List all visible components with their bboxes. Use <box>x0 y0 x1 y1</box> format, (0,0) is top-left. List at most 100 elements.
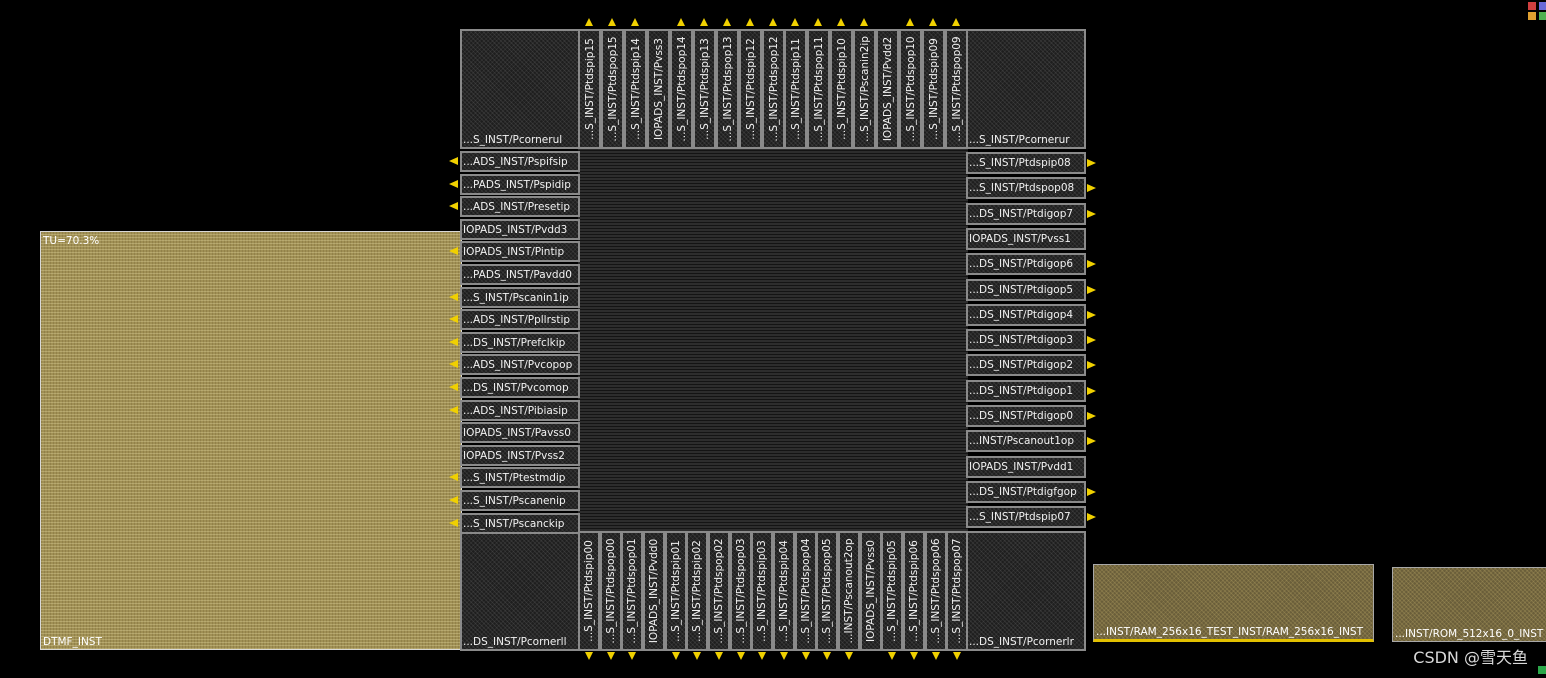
rom-macro[interactable]: ...INST/ROM_512x16_0_INST <box>1392 567 1546 642</box>
left-io-pad[interactable]: IOPADS_INST/Pavss0 <box>460 422 580 443</box>
left-io-pad[interactable]: ...S_INST/Pscanenip <box>460 490 580 511</box>
top-io-pad[interactable]: IOPADS_INST/Pvss3 <box>647 29 670 149</box>
io-pin-marker <box>1087 488 1096 496</box>
top-io-pad[interactable]: ...S_INST/Ptdspip14 <box>624 29 647 149</box>
io-pad-label: ...S_INST/Pscanin1ip <box>463 291 569 304</box>
io-pad-label: ...DS_INST/Ptdigop0 <box>969 410 1074 422</box>
bottom-io-pad[interactable]: ...S_INST/Ptdspip01 <box>665 531 687 651</box>
top-io-pad[interactable]: ...S_INST/Pscanin2ip <box>853 29 876 149</box>
left-io-pad[interactable]: ...ADS_INST/Pibiasip <box>460 400 580 421</box>
left-io-pad[interactable]: IOPADS_INST/Pintip <box>460 241 580 262</box>
top-io-pad[interactable]: ...S_INST/Ptdspop11 <box>807 29 830 149</box>
top-io-pad[interactable]: ...S_INST/Ptdspop10 <box>899 29 922 149</box>
bottom-io-pad[interactable]: ...S_INST/Ptdspop07 <box>946 531 968 651</box>
left-io-pad[interactable]: ...S_INST/Pscanin1ip <box>460 287 580 308</box>
bottom-io-pad[interactable]: ...S_INST/Ptdspip00 <box>578 531 600 651</box>
right-io-pad[interactable]: IOPADS_INST/Pvdd1 <box>966 456 1086 478</box>
watermark: CSDN @雪天鱼 <box>1413 648 1528 667</box>
bottom-io-pad[interactable]: ...S_INST/Ptdspop01 <box>621 531 643 651</box>
ram-macro[interactable]: ...INST/RAM_256x16_TEST_INST/RAM_256x16_… <box>1093 564 1374 642</box>
io-pin-marker <box>1087 184 1096 192</box>
io-pin-marker <box>700 18 708 26</box>
top-io-pad[interactable]: ...S_INST/Ptdspip12 <box>739 29 762 149</box>
top-io-pad[interactable]: ...S_INST/Ptdspop12 <box>762 29 785 149</box>
top-io-pad[interactable]: ...S_INST/Ptdspip10 <box>830 29 853 149</box>
corner-pad-ll[interactable]: ...DS_INST/Pcornerll <box>460 531 580 651</box>
top-io-pad[interactable]: ...S_INST/Ptdspip11 <box>784 29 807 149</box>
io-pin-marker <box>1087 513 1096 521</box>
corner-pad-label: ...S_INST/Pcornerul <box>463 134 563 146</box>
bottom-io-pad[interactable]: ...S_INST/Ptdspop00 <box>600 531 622 651</box>
left-io-pad[interactable]: ...ADS_INST/Pspifsip <box>460 151 580 172</box>
corner-pad-ul[interactable]: ...S_INST/Pcornerul <box>460 29 580 149</box>
right-io-pad[interactable]: ...DS_INST/Ptdigop1 <box>966 380 1086 402</box>
io-pad-label: ...S_INST/Ptdspop00 <box>605 538 617 644</box>
top-io-pad[interactable]: ...S_INST/Ptdspop15 <box>601 29 624 149</box>
right-io-pad[interactable]: ...S_INST/Ptdspop08 <box>966 177 1086 199</box>
resize-grip-icon[interactable] <box>1538 666 1546 674</box>
right-io-pad[interactable]: ...INST/Pscanout1op <box>966 430 1086 452</box>
bottom-io-pad[interactable]: ...S_INST/Ptdspip05 <box>881 531 903 651</box>
io-pad-label: ...S_INST/Ptdspip13 <box>698 38 711 140</box>
layer-green-icon[interactable] <box>1539 12 1546 20</box>
io-pin-marker <box>715 652 723 660</box>
bottom-io-pad[interactable]: ...S_INST/Ptdspop06 <box>925 531 947 651</box>
bottom-io-pad[interactable]: ...S_INST/Ptdspip04 <box>773 531 795 651</box>
io-pad-label: ...S_INST/Ptdspip14 <box>629 38 642 140</box>
io-pad-label: ...DS_INST/Ptdigop2 <box>969 359 1074 371</box>
right-io-pad[interactable]: ...DS_INST/Ptdigop4 <box>966 304 1086 326</box>
left-io-pad[interactable]: ...PADS_INST/Pspidip <box>460 174 580 195</box>
left-io-pad[interactable]: IOPADS_INST/Pvdd3 <box>460 219 580 240</box>
io-pad-label: ...S_INST/Ptdspop10 <box>904 36 917 142</box>
right-io-pad[interactable]: ...DS_INST/Ptdigop6 <box>966 253 1086 275</box>
left-io-pad[interactable]: ...S_INST/Pscanckip <box>460 513 580 534</box>
right-io-pad[interactable]: ...S_INST/Ptdspip07 <box>966 506 1086 528</box>
io-pin-marker <box>723 18 731 26</box>
layer-orange-icon[interactable] <box>1528 12 1536 20</box>
left-io-pad[interactable]: ...DS_INST/Prefclkip <box>460 332 580 353</box>
bottom-io-pad[interactable]: IOPADS_INST/Pvdd0 <box>643 531 665 651</box>
io-pad-label: ...S_INST/Pscanenip <box>463 494 566 507</box>
bottom-io-pad[interactable]: ...S_INST/Ptdspip03 <box>751 531 773 651</box>
io-pad-label: IOPADS_INST/Pvdd0 <box>648 538 660 644</box>
layer-blue-icon[interactable] <box>1539 2 1546 10</box>
right-io-pad[interactable]: IOPADS_INST/Pvss1 <box>966 228 1086 250</box>
top-io-pad[interactable]: ...S_INST/Ptdspip09 <box>922 29 945 149</box>
bottom-io-pad[interactable]: ...S_INST/Ptdspop04 <box>795 531 817 651</box>
top-io-pad[interactable]: ...S_INST/Ptdspip15 <box>578 29 601 149</box>
bottom-io-pad[interactable]: ...S_INST/Ptdspop03 <box>730 531 752 651</box>
bottom-io-pad[interactable]: ...S_INST/Ptdspop02 <box>708 531 730 651</box>
left-io-pad[interactable]: ...DS_INST/Pvcomop <box>460 377 580 398</box>
left-io-pad[interactable]: IOPADS_INST/Pvss2 <box>460 445 580 466</box>
corner-pad-ur[interactable]: ...S_INST/Pcornerur <box>966 29 1086 149</box>
left-io-pad[interactable]: ...ADS_INST/Presetip <box>460 196 580 217</box>
top-io-pad[interactable]: ...S_INST/Ptdspop14 <box>670 29 693 149</box>
top-io-pad[interactable]: ...S_INST/Ptdspop09 <box>945 29 968 149</box>
right-io-pad[interactable]: ...DS_INST/Ptdigop3 <box>966 329 1086 351</box>
corner-pad-lr[interactable]: ...DS_INST/Pcornerlr <box>966 531 1086 651</box>
bottom-io-pad[interactable]: ...S_INST/Ptdspop05 <box>816 531 838 651</box>
left-io-pad[interactable]: ...S_INST/Ptestmdip <box>460 467 580 488</box>
dtmf-macro[interactable]: TU=70.3% DTMF_INST <box>40 231 462 650</box>
io-pin-marker <box>814 18 822 26</box>
right-io-pad[interactable]: ...DS_INST/Ptdigop7 <box>966 203 1086 225</box>
bottom-io-pad[interactable]: IOPADS_INST/Pvss0 <box>860 531 882 651</box>
right-io-pad[interactable]: ...DS_INST/Ptdigop5 <box>966 279 1086 301</box>
left-io-pad[interactable]: ...PADS_INST/Pavdd0 <box>460 264 580 285</box>
left-io-pad[interactable]: ...ADS_INST/Ppllrstip <box>460 309 580 330</box>
right-io-pad[interactable]: ...S_INST/Ptdspip08 <box>966 152 1086 174</box>
right-io-pad[interactable]: ...DS_INST/Ptdigfgop <box>966 481 1086 503</box>
core-area[interactable] <box>578 148 968 532</box>
layout-canvas[interactable]: TU=70.3% DTMF_INST ...S_INST/Pcornerul .… <box>0 0 1546 678</box>
top-io-pad[interactable]: IOPADS_INST/Pvdd2 <box>876 29 899 149</box>
top-io-pad[interactable]: ...S_INST/Ptdspop13 <box>716 29 739 149</box>
layer-red-icon[interactable] <box>1528 2 1536 10</box>
right-io-pad[interactable]: ...DS_INST/Ptdigop2 <box>966 354 1086 376</box>
io-pin-marker <box>910 652 918 660</box>
top-io-pad[interactable]: ...S_INST/Ptdspip13 <box>693 29 716 149</box>
bottom-io-pad[interactable]: ...S_INST/Ptdspip02 <box>686 531 708 651</box>
right-io-pad[interactable]: ...DS_INST/Ptdigop0 <box>966 405 1086 427</box>
left-io-pad[interactable]: ...ADS_INST/Pvcopop <box>460 354 580 375</box>
bottom-io-pad[interactable]: ...S_INST/Ptdspip06 <box>903 531 925 651</box>
bottom-io-pad[interactable]: ...INST/Pscanout2op <box>838 531 860 651</box>
